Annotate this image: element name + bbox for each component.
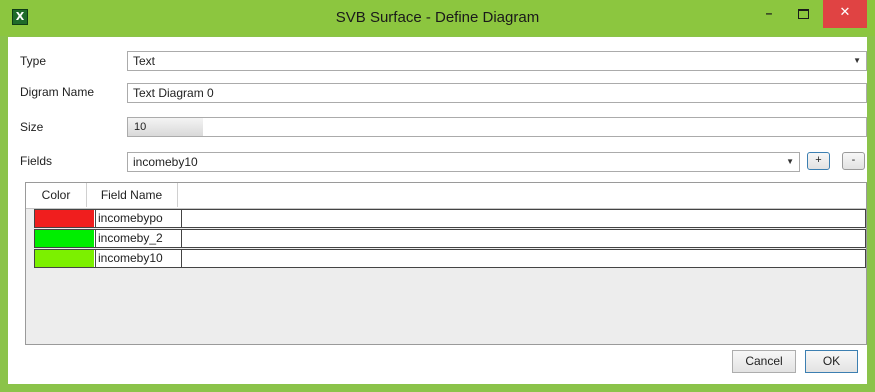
color-swatch[interactable] xyxy=(35,250,94,267)
table-row[interactable]: incomeby_2 xyxy=(34,229,866,248)
table-row[interactable]: incomebypo xyxy=(34,209,866,228)
close-button[interactable]: ✕ xyxy=(823,0,867,28)
table-header: Color Field Name xyxy=(26,183,866,209)
fields-select-value: incomeby10 xyxy=(133,155,198,169)
define-diagram-window: X SVB Surface - Define Diagram – ✕ Type … xyxy=(0,0,875,392)
minimize-button[interactable]: – xyxy=(754,0,784,28)
color-swatch[interactable] xyxy=(35,230,94,247)
diagram-name-value: Text Diagram 0 xyxy=(133,86,214,100)
window-title: SVB Surface - Define Diagram xyxy=(335,9,540,26)
chevron-down-icon: ▼ xyxy=(786,157,794,166)
type-select-value: Text xyxy=(133,54,156,68)
chevron-down-icon: ▼ xyxy=(853,56,861,65)
fields-select[interactable]: incomeby10 ▼ xyxy=(127,152,800,172)
type-label: Type xyxy=(20,54,47,68)
maximize-icon xyxy=(797,8,809,19)
size-value: 10 xyxy=(134,121,147,133)
field-name-cell: incomeby10 xyxy=(95,250,182,267)
fields-label: Fields xyxy=(20,154,53,168)
diagram-name-label: Digram Name xyxy=(20,85,95,99)
table-row[interactable]: incomeby10 xyxy=(34,249,866,268)
add-field-button[interactable]: + xyxy=(807,152,830,170)
field-name-column-header[interactable]: Field Name xyxy=(86,183,178,207)
dialog-body: Type Text ▼ Digram Name Text Diagram 0 S… xyxy=(8,37,867,384)
size-label: Size xyxy=(20,120,44,134)
color-swatch[interactable] xyxy=(35,210,94,227)
title-bar[interactable]: X SVB Surface - Define Diagram – ✕ xyxy=(0,0,875,36)
color-column-header[interactable]: Color xyxy=(26,183,87,207)
field-name-cell: incomeby_2 xyxy=(95,230,182,247)
maximize-button[interactable] xyxy=(788,0,818,28)
size-slider[interactable]: 10 xyxy=(127,117,867,137)
diagram-name-input[interactable]: Text Diagram 0 xyxy=(127,83,867,103)
fields-table: Color Field Name incomebypo incomeby_2 i… xyxy=(25,182,867,345)
field-name-cell: incomebypo xyxy=(95,210,182,227)
ok-button[interactable]: OK xyxy=(805,350,858,373)
remove-field-button[interactable]: - xyxy=(842,152,865,170)
cancel-button[interactable]: Cancel xyxy=(732,350,796,373)
type-select[interactable]: Text ▼ xyxy=(127,51,867,71)
